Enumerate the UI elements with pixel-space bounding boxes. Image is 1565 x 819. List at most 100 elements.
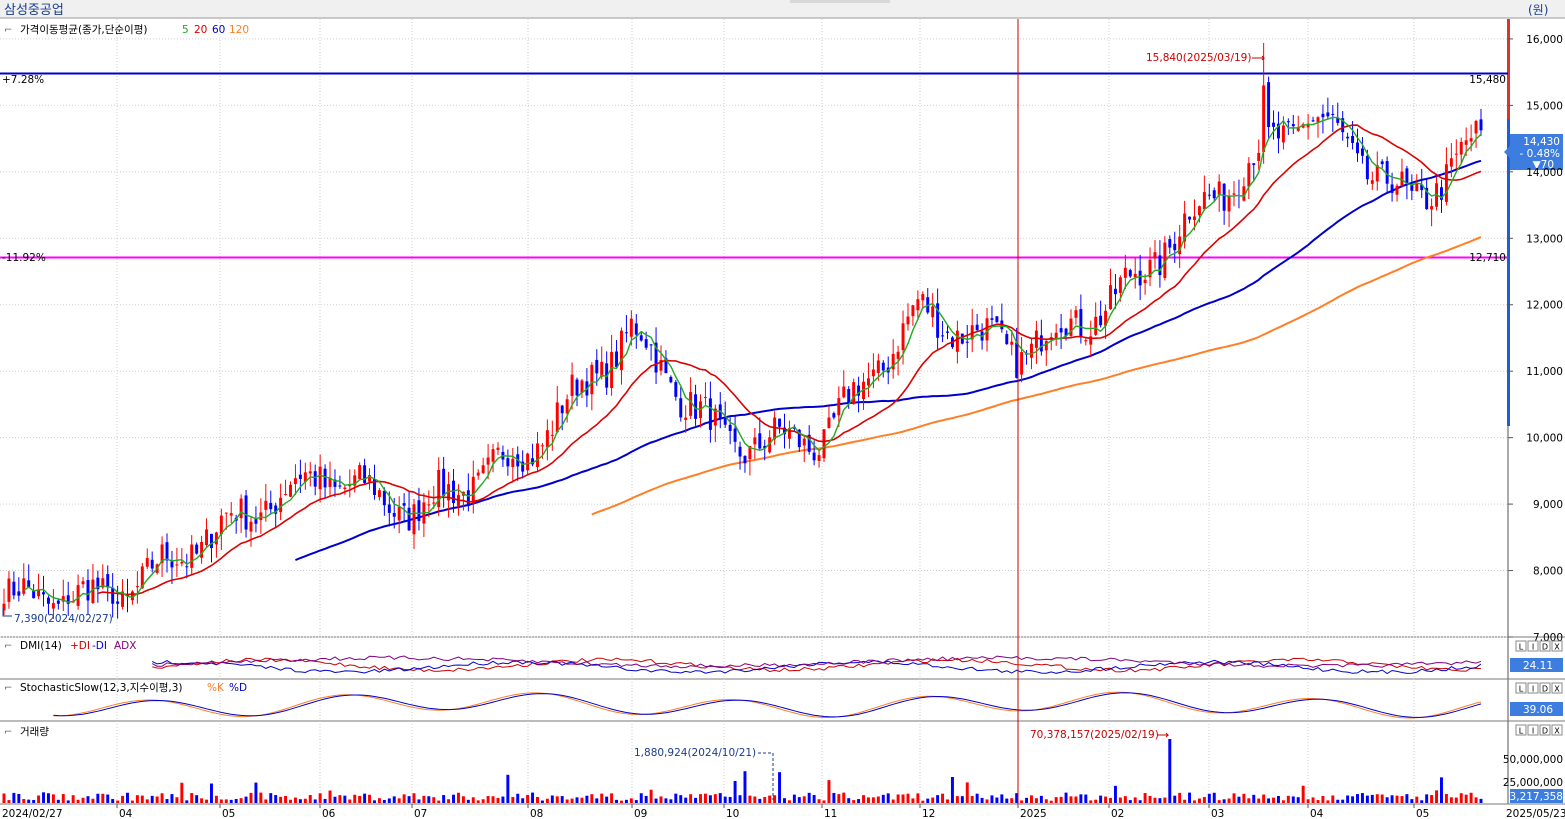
volume-bar [22,798,26,803]
candle-body [298,474,302,479]
volume-bar [1474,797,1478,803]
candle-body [1331,113,1335,115]
volume-bar [106,794,110,803]
volume-bar [96,793,100,803]
volume-bar [1380,794,1384,803]
candle-body [1395,185,1399,195]
volume-bar [1454,797,1458,803]
volume-bar [1044,799,1048,803]
candle-body [1356,142,1359,154]
volume-bar [540,800,544,803]
volume-bar [1267,798,1271,803]
candle-body [570,374,574,396]
candle-body [1247,163,1251,187]
volume-collapse-icon[interactable]: ⌐ [4,727,12,738]
ytick-label: 12,000 [1526,300,1563,312]
volume-bar [674,793,678,803]
volume-bar [995,797,999,803]
volume-bar [1133,797,1137,803]
candle-body [1030,343,1033,358]
volume-bar [787,800,791,803]
volume-bar [708,795,712,803]
volume-bar [200,798,204,803]
candle-body [1227,195,1231,212]
volume-bar [353,794,357,803]
volume-bar [1286,795,1290,803]
candle-body [1044,340,1048,351]
volume-bar [185,800,189,803]
xtick-label: 10 [726,808,739,819]
volume-bar [1118,797,1122,803]
candle-body [1193,216,1196,220]
volume-bar [313,799,317,803]
volume-bar [254,782,258,803]
candle-body [871,369,875,377]
volume-bar [343,795,347,803]
ytick-label: 13,000 [1526,233,1563,245]
volume-bar [812,795,816,803]
candle-body [12,581,16,596]
candle-body [42,592,45,595]
volume-bar [1138,800,1142,803]
volume-bar [807,792,811,803]
xtick-label: 11 [824,808,837,819]
ma-indicator-label: 가격이동평균(종가,단순이평) [20,23,147,36]
candle-body [1099,315,1103,326]
volume-bar [1346,795,1350,803]
candle-body [1262,85,1266,152]
stock-chart[interactable]: 삼성중공업 (원) 가격이동평균(종가,단순이평) 5 20 60 120 ⌐ … [0,0,1565,819]
volume-bar [985,799,989,803]
volume-min-annotation: 1,880,924(2024/10/21) [634,747,756,759]
top-scroll-handle[interactable] [790,0,890,3]
volume-bar [1385,797,1389,803]
volume-bar [1069,796,1073,803]
candle-body [1346,136,1350,139]
volume-bar [1148,795,1152,803]
volume-bar [358,795,362,803]
volume-bar [931,797,935,803]
volume-bar [955,796,959,803]
volume-bar [1222,799,1226,803]
volume-bar [219,799,223,803]
volume-bar [1316,800,1320,803]
title-bar [0,0,1565,18]
volume-bar [195,795,199,803]
scroll-marker-red[interactable] [1507,19,1510,119]
candle-body [1109,285,1112,310]
volume-bar [694,797,698,803]
volume-bar [259,792,263,803]
volume-bar [1173,795,1177,803]
scroll-marker-blue[interactable] [1507,119,1510,426]
volume-bar [303,798,307,803]
volume-bar [733,780,737,803]
candle-body [526,453,530,471]
xtick-label: 08 [530,808,543,819]
candle-body [1464,140,1468,145]
xtick-label: 09 [634,808,647,819]
volume-bar [659,796,663,803]
volume-bar [1444,793,1448,803]
candle-body [931,306,935,318]
volume-bar [536,796,539,803]
volume-bar [170,794,174,803]
candle-body [822,429,826,459]
volume-bar [456,792,460,803]
volume-bar [1193,800,1196,803]
volume-bar [209,783,213,803]
stochastic-collapse-icon[interactable]: ⌐ [4,683,12,694]
volume-bar [37,795,41,803]
collapse-icon[interactable]: ⌐ [4,25,12,36]
volume-bar [970,796,974,803]
candle-body [674,382,678,397]
candle-body [387,504,391,513]
candle-body [955,330,959,352]
candle-body [224,512,228,514]
ma120-legend: 120 [229,24,249,36]
volume-bar [269,793,273,803]
volume-bar [644,795,648,803]
dmi-collapse-icon[interactable]: ⌐ [4,641,12,652]
volume-bar [1395,795,1399,803]
candle-body [1469,138,1473,142]
volume-bar [61,794,65,803]
candle-body [1034,330,1038,348]
